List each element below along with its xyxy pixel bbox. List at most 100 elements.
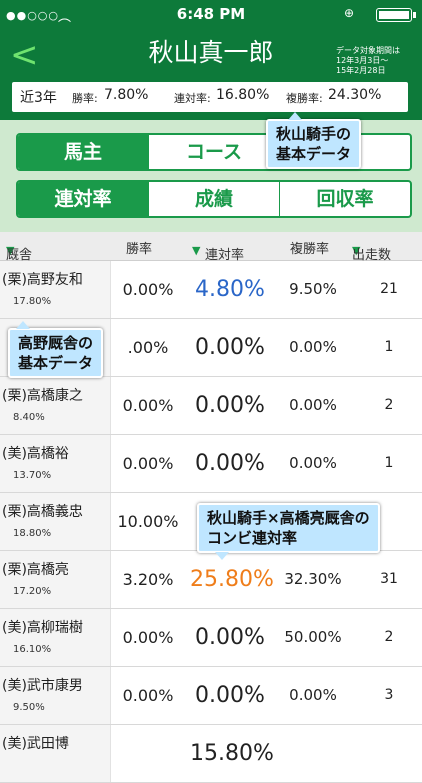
callout-line-2: コンビ連対率 — [207, 529, 298, 547]
starts-cell: 2 — [384, 397, 394, 413]
starts-cell: 31 — [380, 571, 398, 587]
rentai-cell: 0.00% — [195, 393, 265, 418]
stable-name: (栗)高橋義忠 — [2, 504, 83, 520]
rentai-label: 連対率: — [174, 92, 211, 105]
fukusho-cell: 0.00% — [289, 338, 337, 356]
fukusho-value: 24.30% — [328, 87, 382, 103]
fukusho-cell: 9.50% — [289, 280, 337, 298]
starts-cell: 3 — [384, 687, 394, 703]
starts-cell: 1 — [384, 455, 394, 471]
stable-name: (美)武田博 — [2, 736, 69, 752]
stable-rate: 16.10% — [13, 644, 52, 655]
rentai-cell: 4.80% — [195, 277, 265, 302]
period-line-3: 15年2月28日 — [336, 66, 386, 75]
data-period: データ対象期間は 12年3月3日〜 15年2月28日 — [336, 46, 400, 76]
fukusho-cell: 0.00% — [289, 686, 337, 704]
callout-pointer — [288, 112, 302, 120]
callout-pointer — [215, 552, 229, 560]
win-cell: 0.00% — [122, 454, 174, 473]
sort-down-icon: ▼ — [192, 244, 201, 257]
stable-cell: (美)武市康男 9.50% — [0, 667, 111, 724]
stable-cell: (栗)高橋亮 17.20% — [0, 551, 111, 608]
fukusho-label: 複勝率: — [286, 92, 323, 105]
segment-results[interactable]: 成績 — [148, 182, 279, 216]
table-row[interactable]: (美)武田博 15.80% — [0, 725, 422, 783]
table-header: ▼ 厩舎 勝率 ▼ 連対率 複勝率 ▼ 出走数 — [0, 232, 422, 263]
status-bar: ●●○○○ ︵ 6:48 PM ⊕ — [0, 0, 422, 28]
segment-owner[interactable]: 馬主 — [18, 135, 148, 169]
summary-period: 近3年 — [20, 90, 57, 106]
stable-cell: (栗)高橋義忠 18.80% — [0, 493, 111, 550]
stable-name: (美)高柳瑞樹 — [2, 620, 83, 636]
stable-name: (栗)高橋亮 — [2, 562, 69, 578]
starts-cell: 1 — [384, 339, 394, 355]
combo-data-callout: 秋山騎手×高橋亮厩舎の コンビ連対率 — [197, 503, 380, 560]
col-fukusho-header[interactable]: 複勝率 — [290, 238, 329, 257]
stable-rate: 17.80% — [13, 296, 52, 307]
segment-recovery[interactable]: 回収率 — [279, 182, 410, 216]
stable-name: (栗)高橋康之 — [2, 388, 83, 404]
fukusho-cell: 0.00% — [289, 454, 337, 472]
stable-rate: 18.80% — [13, 528, 52, 539]
battery-icon — [376, 8, 416, 22]
rentai-cell: 0.00% — [195, 625, 265, 650]
stable-name: (美)高橋裕 — [2, 446, 69, 462]
callout-pointer — [16, 321, 30, 329]
win-cell: 0.00% — [122, 396, 174, 415]
table-row[interactable]: (美)武市康男 9.50% 0.00% 0.00% 0.00% 3 — [0, 667, 422, 725]
stable-cell: (美)高橋裕 13.70% — [0, 435, 111, 492]
callout-line-2: 基本データ — [276, 145, 352, 163]
table-row[interactable]: (栗)高橋亮 17.20% 3.20% 25.80% 32.30% 31 — [0, 551, 422, 609]
win-cell: 0.00% — [122, 628, 174, 647]
stable-cell: (美)高柳瑞樹 16.10% — [0, 609, 111, 666]
rentai-cell: 15.80% — [190, 741, 274, 766]
stable-cell: (美)武田博 — [0, 725, 111, 782]
summary-box: 近3年 勝率: 7.80% 連対率: 16.80% 複勝率: 24.30% — [12, 82, 408, 112]
fukusho-cell: 32.30% — [284, 570, 342, 588]
col-win-header[interactable]: 勝率 — [126, 238, 152, 257]
win-value: 7.80% — [104, 87, 149, 103]
stable-data-callout: 高野厩舎の 基本データ — [8, 321, 104, 378]
win-cell — [110, 725, 186, 782]
win-cell: 3.20% — [122, 570, 174, 589]
period-line-1: データ対象期間は — [336, 46, 400, 55]
fukusho-cell: 0.00% — [289, 396, 337, 414]
status-time: 6:48 PM — [176, 5, 246, 23]
callout-line-1: 高野厩舎の — [18, 334, 94, 352]
win-cell: 0.00% — [122, 280, 174, 299]
period-line-2: 12年3月3日〜 — [336, 56, 389, 65]
win-cell: 10.00% — [117, 512, 179, 531]
fukusho-cell — [270, 725, 356, 782]
stable-cell: (栗)高橋康之 8.40% — [0, 377, 111, 434]
win-cell: 0.00% — [122, 686, 174, 705]
win-label: 勝率: — [72, 92, 98, 105]
table-row[interactable]: (美)高橋裕 13.70% 0.00% 0.00% 0.00% 1 — [0, 435, 422, 493]
stable-rate: 9.50% — [13, 702, 45, 713]
rentai-value: 16.80% — [216, 87, 270, 103]
segment-course[interactable]: コース — [148, 135, 279, 169]
stable-name: (美)武市康男 — [2, 678, 83, 694]
callout-line-2: 基本データ — [18, 354, 94, 372]
header: < 秋山真一郎 データ対象期間は 12年3月3日〜 15年2月28日 近3年 勝… — [0, 28, 422, 120]
table-row[interactable]: (美)高柳瑞樹 16.10% 0.00% 0.00% 50.00% 2 — [0, 609, 422, 667]
jockey-data-callout: 秋山騎手の 基本データ — [266, 112, 362, 169]
sort-rentai-header[interactable]: ▼ 連対率 — [192, 238, 244, 263]
stable-rate: 17.20% — [13, 586, 52, 597]
stable-cell: (栗)高野友和 17.80% — [0, 261, 111, 318]
stable-rate: 8.40% — [13, 412, 45, 423]
table-row[interactable]: (栗)高橋康之 8.40% 0.00% 0.00% 0.00% 2 — [0, 377, 422, 435]
rentai-cell: 0.00% — [195, 683, 265, 708]
metric-segment: 連対率 成績 回収率 — [16, 180, 412, 218]
table-row[interactable]: (栗)高野友和 17.80% 0.00% 4.80% 9.50% 21 — [0, 261, 422, 319]
stable-name: (栗)高野友和 — [2, 272, 83, 288]
callout-line-1: 秋山騎手×高橋亮厩舎の — [207, 509, 370, 527]
rotation-lock-icon: ⊕ — [343, 6, 354, 20]
rentai-cell: 25.80% — [190, 567, 274, 592]
win-cell: .00% — [127, 338, 169, 357]
starts-cell — [356, 725, 422, 782]
segment-rentai[interactable]: 連対率 — [18, 182, 148, 216]
rentai-cell: 0.00% — [195, 451, 265, 476]
starts-cell: 2 — [384, 629, 394, 645]
stable-rate: 13.70% — [13, 470, 52, 481]
rentai-cell: 0.00% — [195, 335, 265, 360]
